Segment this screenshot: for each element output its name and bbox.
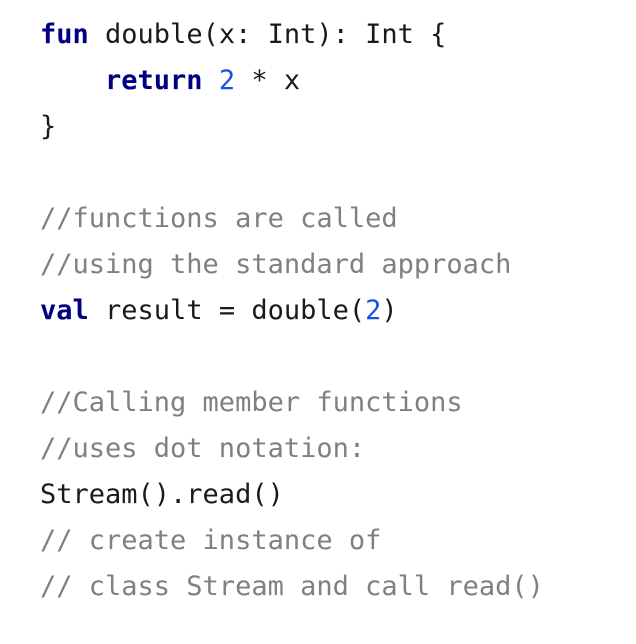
code-line-9: //Calling member functions (40, 380, 544, 426)
number-literal: 2 (218, 65, 236, 96)
comment: //uses dot notation: (40, 433, 366, 464)
code-line-13: // class Stream and call read() (40, 564, 544, 610)
comment: //functions are called (40, 203, 398, 234)
number-literal: 2 (365, 295, 382, 326)
code-block: fun double(x: Int): Int { return 2 * x} /… (40, 12, 544, 610)
code-line-2: return 2 * x (40, 58, 544, 104)
expression-rest: * x (235, 65, 301, 96)
code-line-4-blank (40, 150, 544, 196)
keyword-fun: fun (40, 19, 89, 50)
comment: //using the standard approach (40, 249, 512, 280)
keyword-return: return (105, 65, 203, 96)
comment: //Calling member functions (40, 387, 463, 418)
code-line-6: //using the standard approach (40, 242, 544, 288)
code-line-3: } (40, 104, 544, 150)
code-line-10: //uses dot notation: (40, 426, 544, 472)
closing-paren: ) (381, 295, 398, 326)
code-line-11: Stream().read() (40, 472, 544, 518)
method-call: Stream().read() (40, 479, 284, 510)
code-line-7: val result = double(2) (40, 288, 544, 334)
code-line-8-blank (40, 334, 544, 380)
assignment-call: result = double( (88, 295, 366, 326)
comment: // class Stream and call read() (40, 571, 544, 602)
comment: // create instance of (40, 525, 382, 556)
keyword-val: val (40, 295, 89, 326)
code-line-12: // create instance of (40, 518, 544, 564)
closing-brace: } (40, 111, 57, 142)
function-signature: double(x: Int): Int { (88, 19, 447, 50)
code-line-1: fun double(x: Int): Int { (40, 12, 544, 58)
code-line-5: //functions are called (40, 196, 544, 242)
